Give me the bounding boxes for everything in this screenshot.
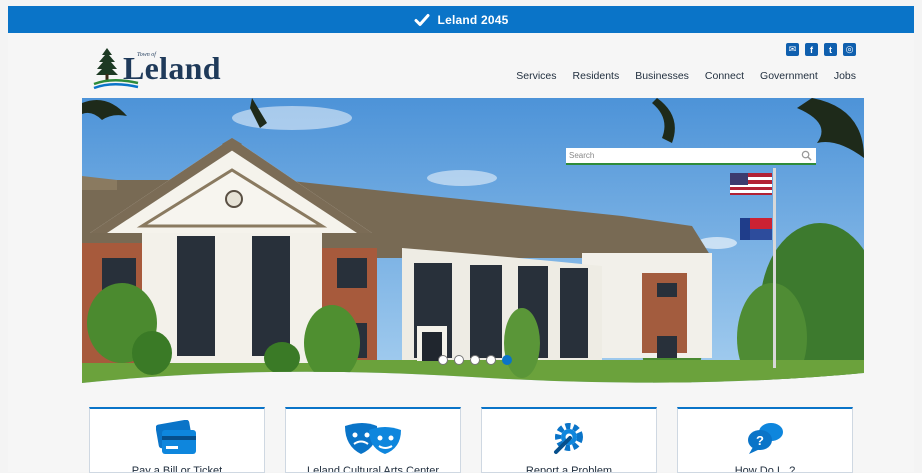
carousel-dots [438, 355, 512, 365]
nav-government[interactable]: Government [760, 70, 818, 82]
credit-card-icon [156, 420, 196, 454]
main-nav: Services Residents Businesses Connect Go… [516, 70, 856, 82]
nav-businesses[interactable]: Businesses [635, 70, 689, 82]
card-how-do-i[interactable]: ? How Do I...? [677, 407, 853, 473]
card-report-problem[interactable]: Report a Problem [481, 407, 657, 473]
wrench-gear-icon [554, 423, 583, 454]
nav-connect[interactable]: Connect [705, 70, 744, 82]
twitter-icon[interactable]: t [824, 43, 837, 56]
card-pay-bill[interactable]: Pay a Bill or Ticket [89, 407, 265, 473]
chat-question-icon: ? [748, 423, 783, 454]
quick-links: Pay a Bill or Ticket Leland Cultural Art… [89, 407, 857, 473]
svg-text:?: ? [756, 433, 764, 448]
nav-services[interactable]: Services [516, 70, 556, 82]
logo-name: Leland [123, 50, 221, 86]
search-box[interactable]: Search [566, 148, 816, 165]
page-content: Town of Leland ✉ f t ◎ Services Resident… [8, 33, 914, 473]
instagram-icon[interactable]: ◎ [843, 43, 856, 56]
social-links: ✉ f t ◎ [786, 43, 856, 56]
announcement-label: Leland 2045 [437, 12, 509, 27]
search-icon[interactable] [801, 150, 812, 161]
nav-residents[interactable]: Residents [573, 70, 620, 82]
site-logo[interactable]: Town of Leland [90, 43, 240, 93]
facebook-icon[interactable]: f [805, 43, 818, 56]
check-icon [414, 13, 430, 26]
search-input[interactable]: Search [569, 151, 801, 160]
carousel-dot-1[interactable] [438, 355, 448, 365]
theater-masks-icon [345, 423, 401, 454]
hero-carousel[interactable]: Search [82, 98, 864, 393]
announcement-bar[interactable]: Leland 2045 [8, 6, 914, 33]
nav-jobs[interactable]: Jobs [834, 70, 856, 82]
card-cultural-arts[interactable]: Leland Cultural Arts Center [285, 407, 461, 473]
carousel-dot-5[interactable] [502, 355, 512, 365]
carousel-dot-4[interactable] [486, 355, 496, 365]
carousel-dot-3[interactable] [470, 355, 480, 365]
hero-image [82, 98, 864, 383]
email-icon[interactable]: ✉ [786, 43, 799, 56]
carousel-dot-2[interactable] [454, 355, 464, 365]
